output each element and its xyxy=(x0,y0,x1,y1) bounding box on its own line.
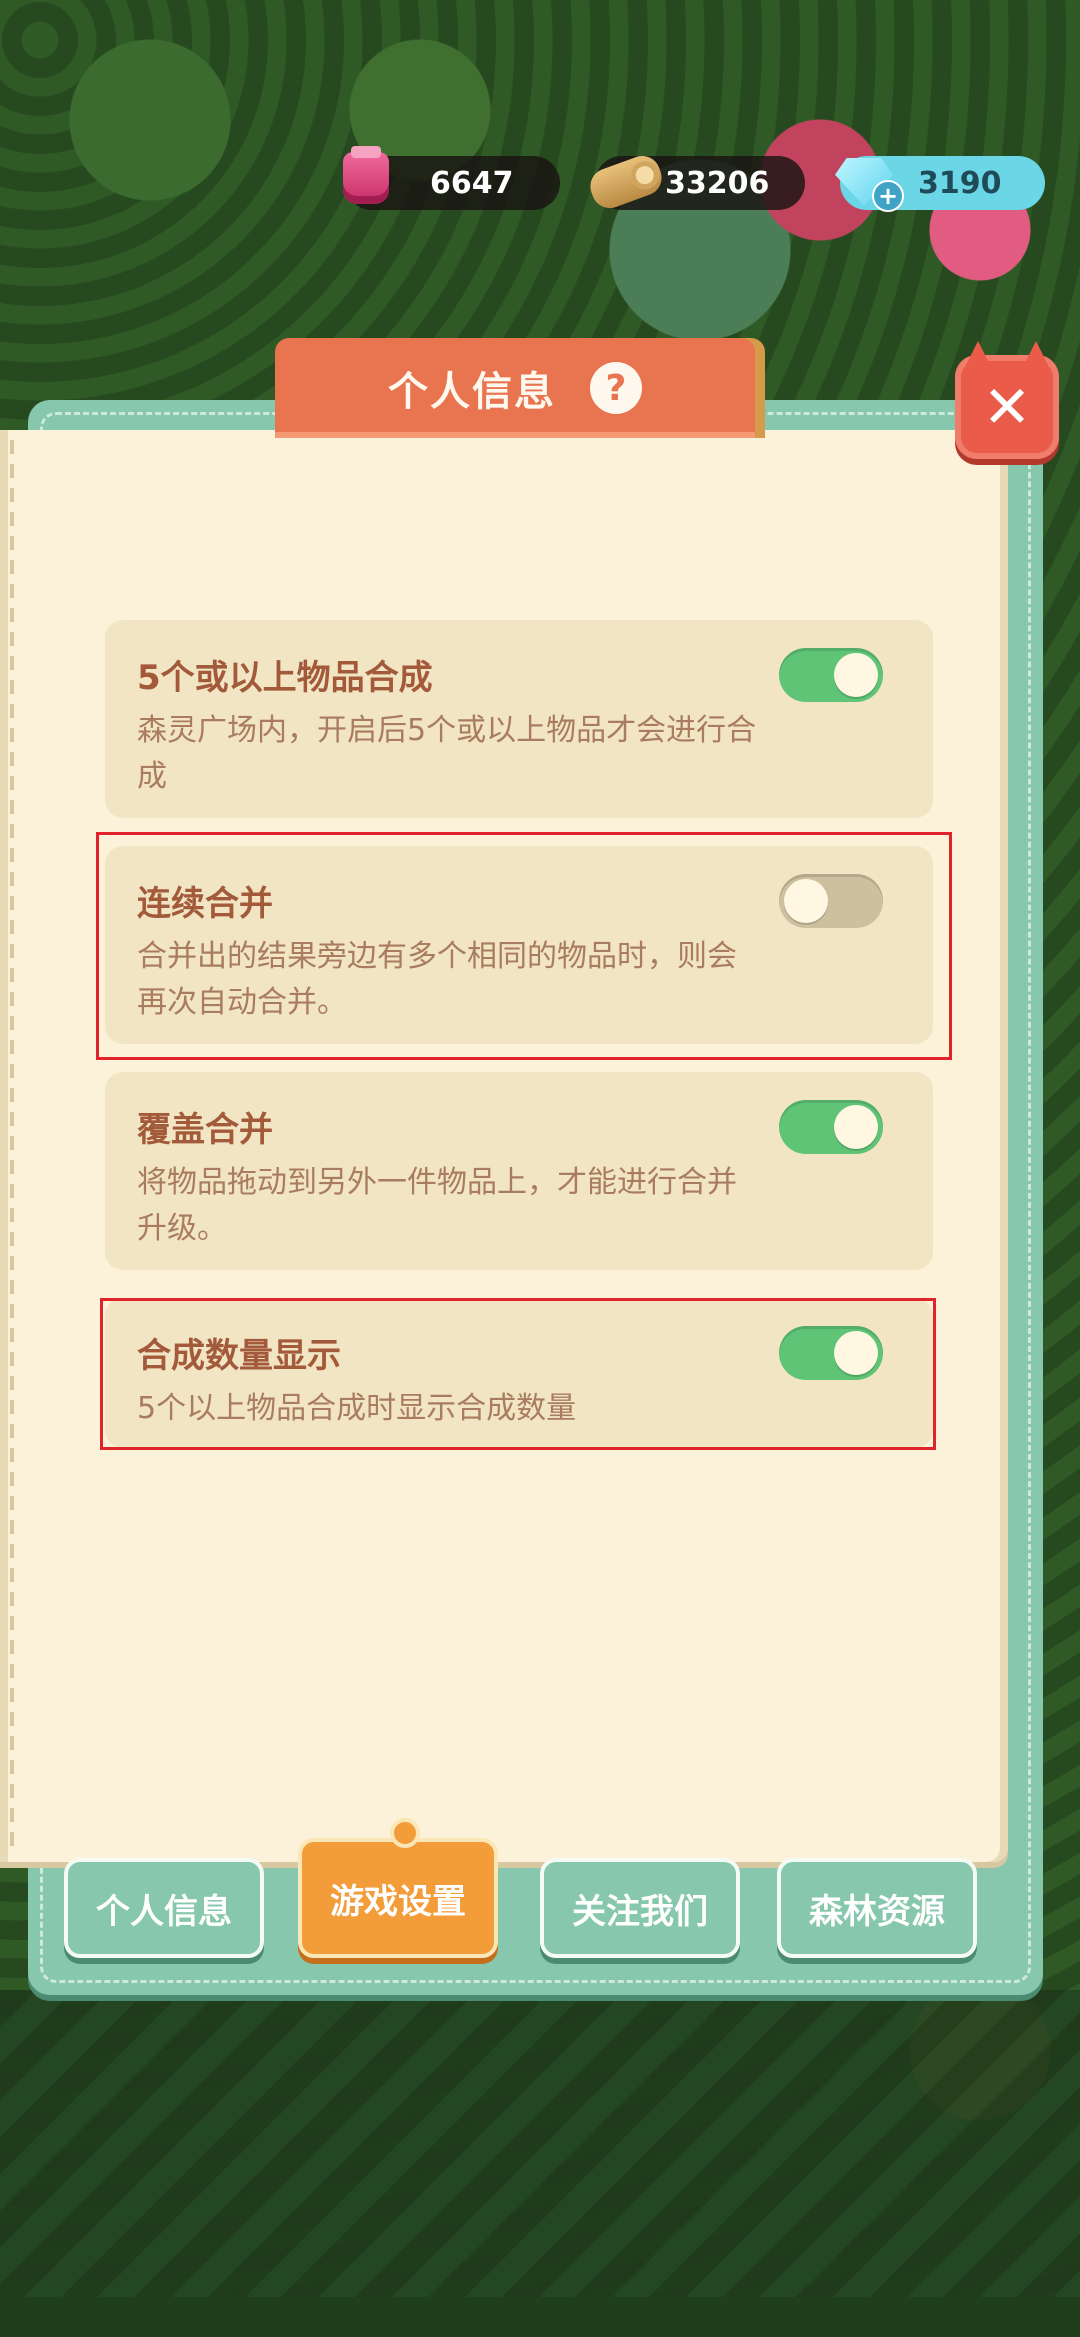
close-icon: ✕ xyxy=(982,373,1032,441)
forest-background xyxy=(0,1990,1080,2337)
gem-counter[interactable]: + 3190 xyxy=(835,156,1045,212)
highlight-box xyxy=(100,1298,936,1450)
dialog-title-tab: 个人信息 ? xyxy=(275,338,755,438)
setting-description: 将物品拖动到另外一件物品上，才能进行合并升级。 xyxy=(137,1165,737,1246)
overlay-merge-toggle[interactable] xyxy=(779,1100,883,1154)
tab-follow-us[interactable]: 关注我们 xyxy=(540,1858,740,1958)
dialog-title: 个人信息 xyxy=(388,369,556,415)
merge-5-plus-toggle[interactable] xyxy=(779,648,883,702)
tab-label: 个人信息 xyxy=(96,1891,232,1932)
panel-binding xyxy=(10,440,14,1850)
setting-overlay-merge: 覆盖合并 将物品拖动到另外一件物品上，才能进行合并升级。 xyxy=(105,1072,933,1270)
wood-counter[interactable]: 33206 xyxy=(585,150,805,214)
tab-label: 游戏设置 xyxy=(330,1881,466,1922)
tab-forest-resources[interactable]: 森林资源 xyxy=(777,1858,977,1958)
wood-value: 33206 xyxy=(665,165,770,201)
bottom-strip xyxy=(0,2297,1080,2337)
add-gems-icon[interactable]: + xyxy=(872,180,904,212)
potion-counter[interactable]: 6647 xyxy=(343,152,560,210)
setting-merge-5-plus: 5个或以上物品合成 森灵广场内，开启后5个或以上物品才会进行合成 xyxy=(105,620,933,818)
toggle-knob xyxy=(834,653,878,697)
close-button[interactable]: ✕ xyxy=(955,355,1059,459)
toggle-knob xyxy=(834,1105,878,1149)
potion-value: 6647 xyxy=(430,165,514,201)
potion-jar-icon xyxy=(343,152,389,204)
setting-title: 5个或以上物品合成 xyxy=(137,658,433,698)
tab-game-settings[interactable]: 游戏设置 xyxy=(298,1818,498,1958)
tab-profile[interactable]: 个人信息 xyxy=(64,1858,264,1958)
tab-label: 森林资源 xyxy=(809,1891,945,1932)
help-icon[interactable]: ? xyxy=(590,362,642,414)
setting-title: 覆盖合并 xyxy=(137,1110,273,1150)
tab-label: 关注我们 xyxy=(572,1891,708,1932)
highlight-box xyxy=(96,832,952,1060)
gem-value: 3190 xyxy=(918,165,1002,201)
setting-description: 森灵广场内，开启后5个或以上物品才会进行合成 xyxy=(137,713,757,794)
